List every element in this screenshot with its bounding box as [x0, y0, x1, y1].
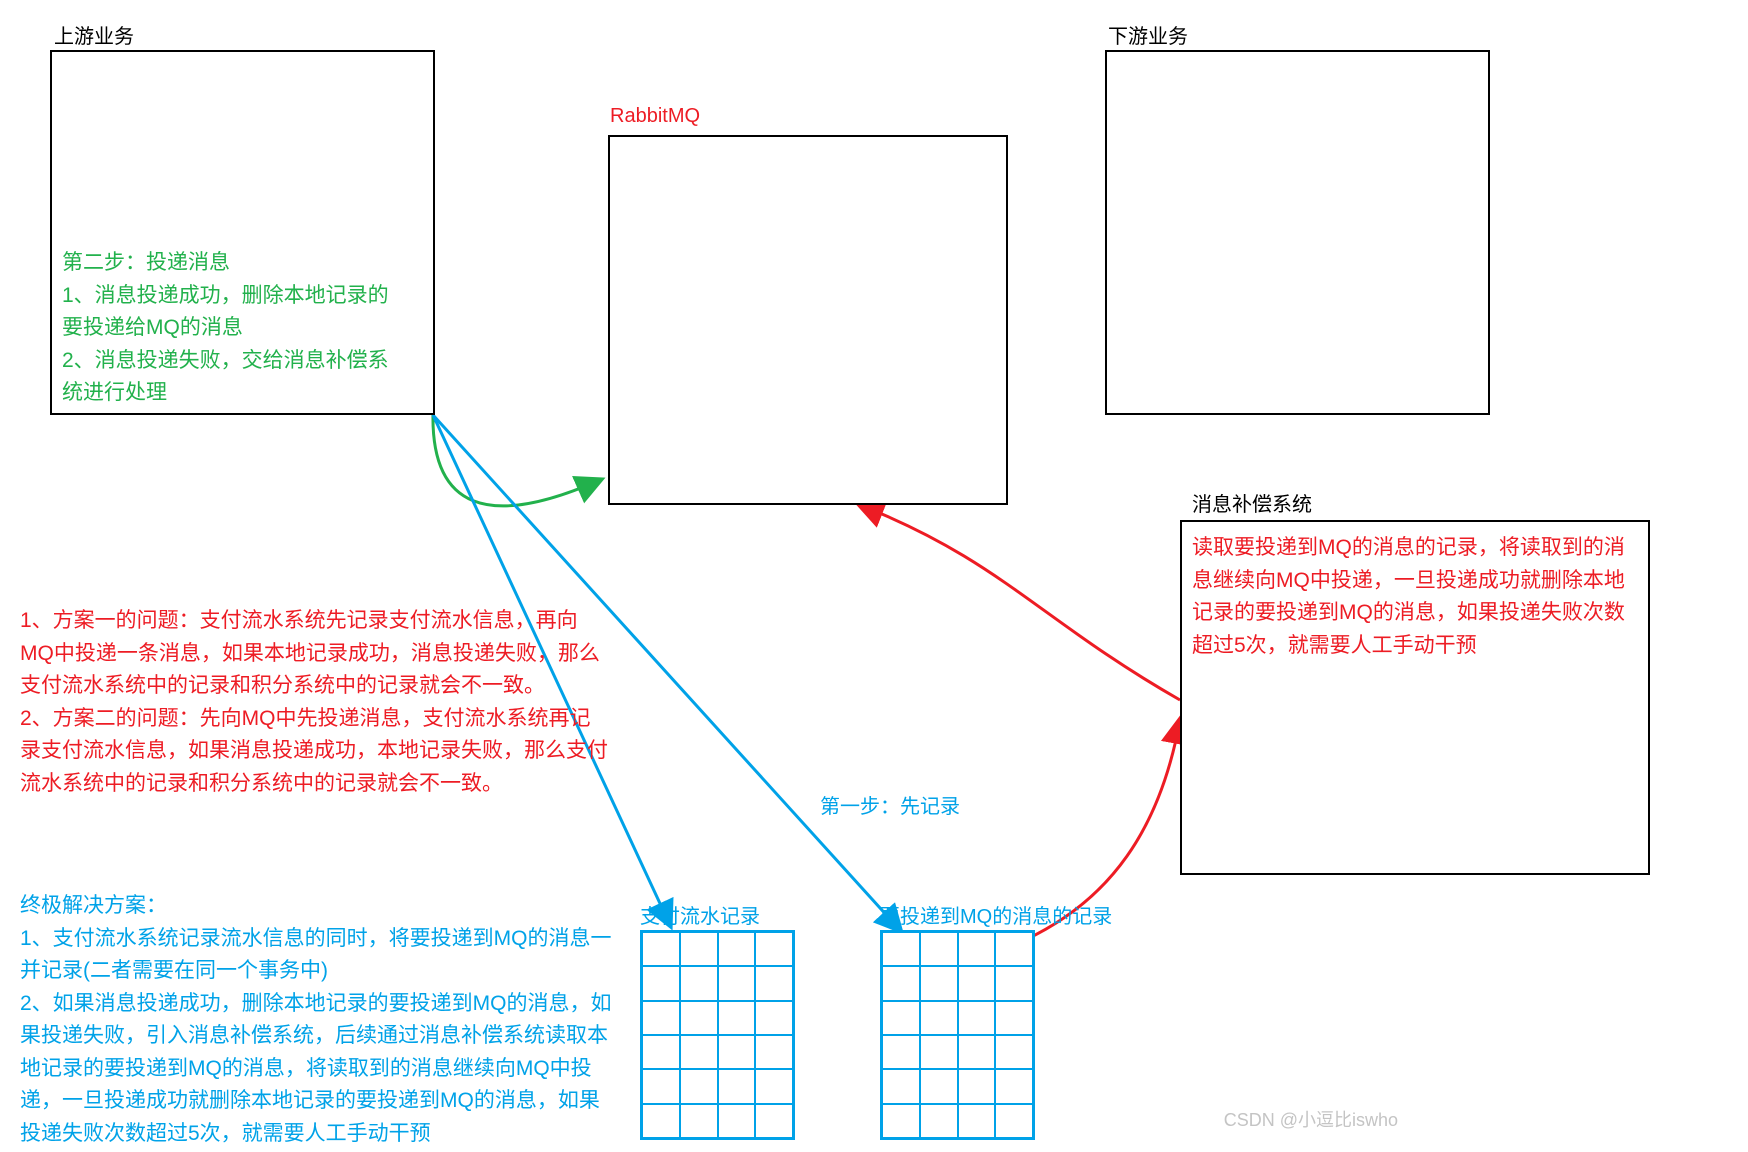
compensation-box: 读取要投递到MQ的消息的记录，将读取到的消息继续向MQ中投递，一旦投递成功就删除… [1180, 520, 1650, 875]
arrow-upstream-to-mq [433, 413, 600, 506]
payment-grid [640, 930, 795, 1140]
upstream-step2-text: 第二步：投递消息 1、消息投递成功，删除本地记录的要投递给MQ的消息 2、消息投… [62, 247, 407, 410]
downstream-title: 下游业务 [1108, 20, 1188, 49]
solution-text: 终极解决方案： 1、支付流水系统记录流水信息的同时，将要投递到MQ的消息一并记录… [20, 890, 620, 1150]
compensation-text: 读取要投递到MQ的消息的记录，将读取到的消息继续向MQ中投递，一旦投递成功就删除… [1192, 532, 1637, 662]
rabbitmq-box [608, 135, 1008, 505]
arrow-compensation-to-mq [860, 505, 1180, 700]
problem-text: 1、方案一的问题：支付流水系统先记录支付流水信息，再向MQ中投递一条消息，如果本… [20, 605, 610, 800]
upstream-box: 第二步：投递消息 1、消息投递成功，删除本地记录的要投递给MQ的消息 2、消息投… [50, 50, 435, 415]
step1-label: 第一步：先记录 [820, 790, 960, 819]
watermark: CSDN @小逗比iswho [1224, 1106, 1398, 1132]
upstream-title: 上游业务 [54, 20, 134, 49]
mq-grid-title: 要投递到MQ的消息的记录 [880, 900, 1112, 929]
rabbitmq-title: RabbitMQ [610, 105, 700, 128]
payment-grid-title: 支付流水记录 [640, 900, 760, 929]
mq-message-grid [880, 930, 1035, 1140]
compensation-title: 消息补偿系统 [1192, 488, 1312, 517]
downstream-box [1105, 50, 1490, 415]
